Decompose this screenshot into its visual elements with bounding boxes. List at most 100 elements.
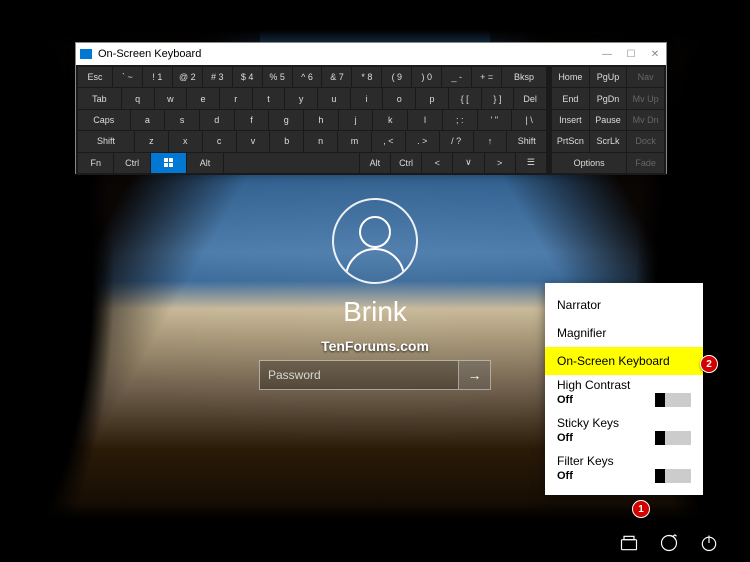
osk-key[interactable]: w	[155, 88, 187, 108]
osk-key[interactable]: , <	[372, 131, 405, 151]
osk-key[interactable]: x	[169, 131, 202, 151]
osk-key[interactable]: s	[165, 110, 199, 130]
login-panel: Brink TenForums.com →	[225, 198, 525, 390]
osk-key[interactable]: u	[318, 88, 350, 108]
osk-key[interactable]: e	[187, 88, 219, 108]
osk-key[interactable]: PgUp	[590, 67, 627, 87]
osk-key[interactable]: k	[373, 110, 407, 130]
osk-key[interactable]: Caps	[78, 110, 130, 130]
osk-key[interactable]: ☰	[516, 153, 546, 173]
eoa-item-narrator[interactable]: Narrator	[545, 291, 703, 319]
osk-key[interactable]: ^ 6	[293, 67, 322, 87]
eoa-item-on-screen-keyboard[interactable]: On-Screen Keyboard	[545, 347, 703, 375]
osk-key[interactable]: Insert	[552, 110, 589, 130]
ease-of-access-icon[interactable]	[658, 532, 680, 554]
toggle-switch[interactable]	[655, 393, 691, 407]
osk-key[interactable]: ) 0	[412, 67, 441, 87]
osk-key[interactable]: a	[131, 110, 165, 130]
osk-key[interactable]: * 8	[352, 67, 381, 87]
osk-key[interactable]: $ 4	[233, 67, 262, 87]
osk-key[interactable]: ∨	[453, 153, 483, 173]
osk-key[interactable]: l	[408, 110, 442, 130]
osk-key[interactable]: Fn	[78, 153, 113, 173]
power-icon[interactable]	[698, 532, 720, 554]
osk-key[interactable]: Tab	[78, 88, 121, 108]
toggle-switch[interactable]	[655, 431, 691, 445]
osk-key[interactable]: Shift	[507, 131, 546, 151]
osk-key[interactable]: f	[235, 110, 269, 130]
osk-key[interactable]: / ?	[440, 131, 473, 151]
network-icon[interactable]	[618, 532, 640, 554]
osk-key[interactable]: c	[203, 131, 236, 151]
close-button[interactable]: ✕	[648, 49, 662, 60]
osk-key[interactable]: ! 1	[143, 67, 172, 87]
osk-key[interactable]: m	[338, 131, 371, 151]
osk-key-windows[interactable]	[151, 153, 186, 173]
osk-key[interactable]: >	[485, 153, 515, 173]
osk-key[interactable]: q	[122, 88, 154, 108]
osk-key[interactable]: { [	[449, 88, 481, 108]
osk-key[interactable]: Mv Dn	[627, 110, 664, 130]
osk-key[interactable]: ↑	[474, 131, 507, 151]
osk-key[interactable]: PgDn	[590, 88, 627, 108]
osk-key[interactable]: o	[383, 88, 415, 108]
osk-key[interactable]: & 7	[322, 67, 351, 87]
osk-key[interactable]: Esc	[78, 67, 112, 87]
osk-key[interactable]: Ctrl	[391, 153, 421, 173]
osk-key[interactable]: Nav	[627, 67, 664, 87]
osk-key[interactable]: i	[351, 88, 383, 108]
osk-key[interactable]: Del	[514, 88, 546, 108]
osk-key[interactable]: _ -	[442, 67, 471, 87]
osk-key[interactable]: } ]	[482, 88, 514, 108]
osk-key[interactable]: j	[339, 110, 373, 130]
osk-key[interactable]: | \	[512, 110, 546, 130]
maximize-button[interactable]: ☐	[624, 49, 638, 60]
osk-key[interactable]: % 5	[263, 67, 292, 87]
osk-key[interactable]: g	[269, 110, 303, 130]
osk-key[interactable]: r	[220, 88, 252, 108]
osk-key[interactable]: ` ~	[113, 67, 142, 87]
osk-key[interactable]: Pause	[590, 110, 627, 130]
ease-of-access-menu: NarratorMagnifierOn-Screen KeyboardHigh …	[545, 283, 703, 495]
user-avatar[interactable]	[332, 198, 418, 284]
osk-key[interactable]: + =	[472, 67, 501, 87]
submit-button[interactable]: →	[458, 361, 490, 389]
osk-key[interactable]: Ctrl	[114, 153, 149, 173]
osk-key[interactable]: z	[135, 131, 168, 151]
osk-key[interactable]: Mv Up	[627, 88, 664, 108]
osk-key[interactable]: ScrLk	[590, 131, 627, 151]
osk-key[interactable]: # 3	[203, 67, 232, 87]
osk-key[interactable]: d	[200, 110, 234, 130]
osk-key[interactable]: Shift	[78, 131, 134, 151]
osk-key[interactable]: PrtScn	[552, 131, 589, 151]
toggle-switch[interactable]	[655, 469, 691, 483]
osk-key[interactable]: Dock	[627, 131, 664, 151]
osk-key[interactable]: v	[237, 131, 270, 151]
osk-key[interactable]: n	[304, 131, 337, 151]
osk-key[interactable]: Home	[552, 67, 589, 87]
osk-key[interactable]: t	[253, 88, 285, 108]
osk-key[interactable]	[224, 153, 359, 173]
minimize-button[interactable]: —	[600, 49, 614, 60]
osk-key[interactable]: <	[422, 153, 452, 173]
osk-key[interactable]: End	[552, 88, 589, 108]
on-screen-keyboard-window[interactable]: On-Screen Keyboard — ☐ ✕ Esc` ~! 1@ 2# 3…	[75, 42, 667, 174]
osk-key[interactable]: y	[285, 88, 317, 108]
osk-key[interactable]: @ 2	[173, 67, 202, 87]
osk-key[interactable]: h	[304, 110, 338, 130]
osk-key[interactable]: ; :	[443, 110, 477, 130]
osk-key[interactable]: Alt	[360, 153, 390, 173]
osk-key[interactable]: ' "	[478, 110, 512, 130]
osk-titlebar[interactable]: On-Screen Keyboard — ☐ ✕	[76, 43, 666, 65]
annotation-badge-2: 2	[700, 355, 718, 373]
osk-key[interactable]: Alt	[187, 153, 222, 173]
osk-key[interactable]: Fade	[627, 153, 664, 173]
osk-key[interactable]: . >	[406, 131, 439, 151]
password-input[interactable]	[260, 361, 458, 389]
osk-key-options[interactable]: Options	[552, 153, 626, 173]
osk-key[interactable]: Bksp	[502, 67, 546, 87]
osk-key[interactable]: p	[416, 88, 448, 108]
osk-key[interactable]: b	[270, 131, 303, 151]
osk-key[interactable]: ( 9	[382, 67, 411, 87]
eoa-item-magnifier[interactable]: Magnifier	[545, 319, 703, 347]
